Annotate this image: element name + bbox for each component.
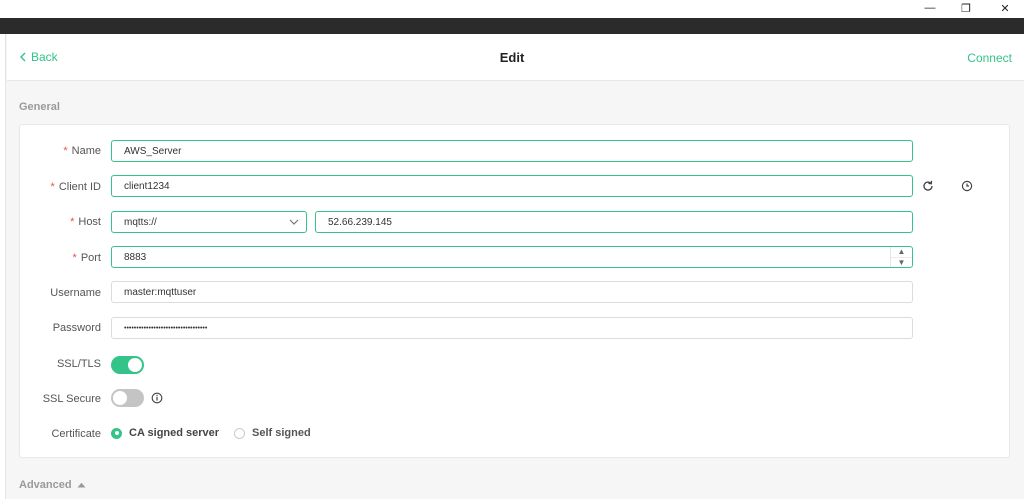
refresh-icon[interactable] (921, 179, 935, 193)
section-general-title: General (19, 101, 60, 113)
caret-up-icon (77, 482, 86, 488)
clock-icon[interactable] (960, 179, 974, 193)
name-input[interactable]: AWS_Server (111, 140, 913, 162)
chevron-down-icon (289, 219, 299, 225)
radio-self-signed[interactable]: Self signed (234, 427, 311, 439)
toggle-knob (128, 358, 142, 372)
password-input[interactable]: •••••••••••••••••••••••••••••••••• (111, 317, 913, 339)
radio-checked-icon (111, 427, 122, 439)
required-mark: * (63, 145, 68, 157)
certificate-label: Certificate (51, 428, 101, 440)
page-title: Edit (499, 50, 525, 65)
app-top-bar (0, 18, 1024, 34)
username-input[interactable]: master:mqttuser (111, 281, 913, 303)
advanced-toggle[interactable]: Advanced (19, 479, 86, 491)
name-label: * Name (63, 145, 101, 157)
client-id-input[interactable]: client1234 (111, 175, 913, 197)
edit-header: Back Edit Connect (7, 34, 1024, 81)
port-label: * Port (72, 252, 101, 264)
ssl-tls-toggle[interactable] (111, 356, 144, 374)
password-label: Password (52, 322, 101, 334)
required-mark: * (70, 216, 75, 228)
required-mark: * (72, 252, 77, 264)
minimize-button[interactable]: — (915, 0, 945, 16)
client-id-label: * Client ID (50, 181, 101, 193)
host-input[interactable]: 52.66.239.145 (315, 211, 913, 233)
ssl-secure-toggle[interactable] (111, 389, 144, 407)
ssl-secure-label: SSL Secure (42, 393, 101, 405)
decrement-icon[interactable]: ▼ (891, 258, 912, 268)
protocol-select[interactable]: mqtts:// (111, 211, 307, 233)
port-stepper[interactable]: ▲ ▼ (890, 247, 912, 267)
host-label: * Host (70, 216, 101, 228)
increment-icon[interactable]: ▲ (891, 247, 912, 258)
info-icon[interactable] (150, 391, 164, 405)
toggle-knob (113, 391, 127, 405)
required-mark: * (50, 181, 55, 193)
connect-button[interactable]: Connect (967, 51, 1012, 65)
sidebar-edge (0, 34, 6, 499)
radio-unchecked-icon (234, 427, 245, 439)
username-label: Username (50, 287, 101, 299)
ssl-tls-label: SSL/TLS (56, 358, 101, 370)
radio-ca-signed[interactable]: CA signed server (111, 427, 219, 439)
close-button[interactable]: ✕ (990, 0, 1020, 16)
window-titlebar: — ❐ ✕ (0, 0, 1024, 18)
restore-button[interactable]: ❐ (951, 0, 981, 16)
port-input[interactable]: 8883 ▲ ▼ (111, 246, 913, 268)
